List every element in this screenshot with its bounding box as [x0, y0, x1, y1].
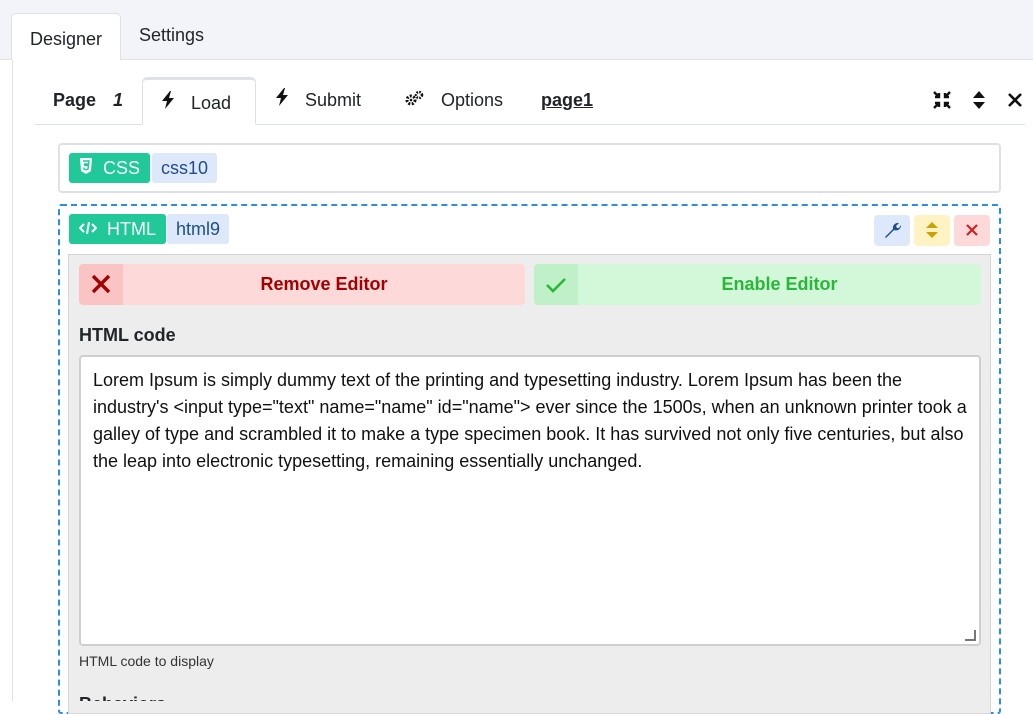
tab-submit[interactable]: Submit — [275, 77, 361, 124]
enable-editor-label: Enable Editor — [721, 274, 838, 294]
page-name-link[interactable]: page1 — [541, 77, 593, 124]
sort-icon[interactable] — [914, 215, 950, 246]
page-label: Page — [53, 90, 97, 110]
css3-icon — [79, 154, 93, 184]
bolt-icon — [275, 78, 291, 125]
html-type-badge: HTML — [69, 214, 166, 244]
code-icon — [78, 215, 98, 245]
html-code-value: Lorem Ipsum is simply dummy text of the … — [93, 370, 967, 471]
close-icon — [79, 264, 123, 305]
wrench-icon[interactable] — [874, 215, 910, 246]
tab-designer[interactable]: Designer — [11, 13, 121, 60]
enable-editor-button[interactable]: Enable Editor — [534, 264, 981, 305]
bolt-icon — [161, 82, 177, 128]
remove-editor-label: Remove Editor — [260, 274, 388, 294]
tab-settings[interactable]: Settings — [121, 13, 222, 59]
css-type-label: CSS — [103, 158, 141, 178]
tab-options[interactable]: Options — [405, 77, 503, 124]
page-tab-bar: Page 1 Load Submit Options page1 — [35, 77, 1025, 125]
html-code-label: HTML code — [79, 325, 176, 345]
html-code-help: HTML code to display — [79, 653, 214, 669]
css-id-badge: css10 — [152, 153, 218, 183]
tab-options-label: Options — [441, 90, 504, 110]
html-code-textarea[interactable]: Lorem Ipsum is simply dummy text of the … — [79, 355, 981, 646]
tab-submit-label: Submit — [305, 90, 362, 110]
behaviors-heading: Behaviors — [79, 689, 166, 701]
resize-handle[interactable] — [965, 630, 976, 641]
css-block[interactable]: CSS css10 — [58, 143, 1001, 193]
sort-icon[interactable] — [969, 91, 989, 111]
check-icon — [534, 264, 578, 305]
tab-load-label: Load — [191, 93, 232, 113]
html-id-badge: html9 — [167, 214, 230, 244]
tab-load[interactable]: Load — [142, 77, 256, 125]
page-number: 1 — [113, 90, 124, 110]
gears-icon — [405, 78, 427, 125]
css-type-badge: CSS — [69, 153, 151, 184]
remove-editor-button[interactable]: Remove Editor — [79, 264, 525, 305]
close-icon[interactable] — [954, 215, 990, 246]
close-icon[interactable] — [1005, 91, 1025, 111]
compress-icon[interactable] — [932, 91, 952, 111]
html-type-label: HTML — [107, 219, 156, 239]
top-tab-bar: Designer Settings — [0, 0, 1033, 60]
